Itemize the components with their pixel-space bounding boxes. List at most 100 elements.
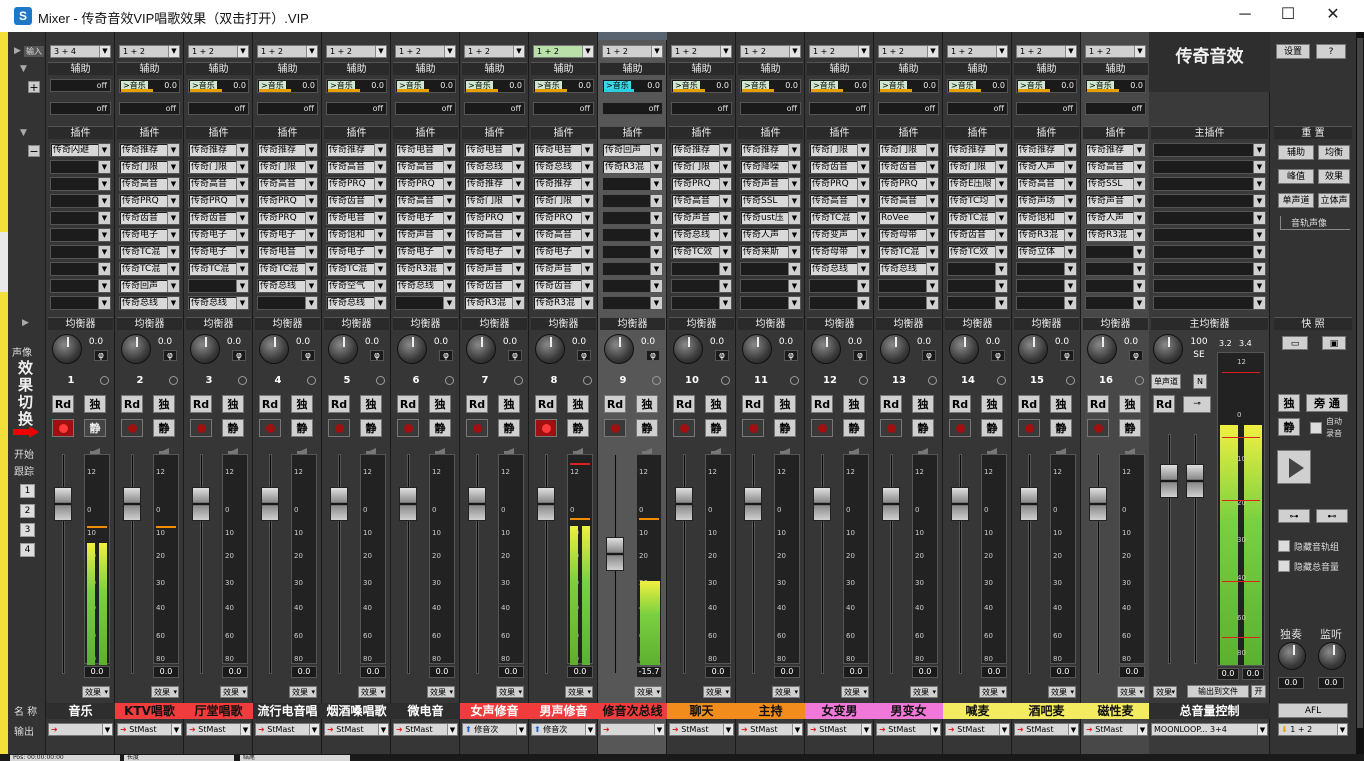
plugin-slot[interactable]: ▼ [602,296,663,310]
open-button[interactable]: 开 [1251,685,1266,698]
channel-name[interactable]: 喊麦 [943,703,1012,719]
aux-send-slot[interactable]: >音乐 0.0 [464,79,525,93]
plugin-slot[interactable]: 传奇电子 ▼ [188,245,249,259]
plugin-slot[interactable]: 传奇声音 ▼ [533,262,594,276]
mute-button[interactable]: 静 [84,419,106,437]
mute-button[interactable]: 静 [153,419,175,437]
solo-button[interactable]: 独 [981,395,1003,413]
plugin-slot[interactable]: 传奇推荐 ▼ [1085,143,1146,157]
global-mute-button[interactable]: 静 [1278,418,1300,436]
input-select[interactable]: 1 + 2 ▼ [1016,45,1077,58]
input-select[interactable]: 1 + 2 ▼ [671,45,732,58]
aux-send-slot[interactable]: >音乐 0.0 [395,79,456,93]
reset-fx-button[interactable]: 效果 [1318,169,1350,184]
solo-button[interactable]: 独 [1050,395,1072,413]
plugin-slot[interactable]: ▼ [602,245,663,259]
reset-mono-button[interactable]: 单声道 [1278,193,1314,208]
output-select[interactable]: ➜ StMast ▼ [738,723,803,736]
plugin-slot[interactable]: 传奇齿音 ▼ [533,279,594,293]
plugin-slot[interactable]: 传奇电音 ▼ [326,211,387,225]
plugin-slot[interactable]: 传奇总线 ▼ [533,160,594,174]
plugin-slot[interactable]: 传奇声音 ▼ [395,228,456,242]
aux-send-slot-2[interactable]: off [947,102,1008,115]
rd-button[interactable]: Rd [328,395,350,413]
volume-fader[interactable] [192,487,210,521]
plugin-slot[interactable]: 传奇TC效 ▼ [671,245,732,259]
volume-fader[interactable] [675,487,693,521]
pan-knob[interactable] [397,334,427,364]
plugin-slot[interactable]: 传奇高音 ▼ [257,177,318,191]
folder-icon[interactable]: ▭ [1282,336,1308,350]
record-button[interactable] [397,419,419,437]
plugin-slot[interactable]: 传奇高音 ▼ [119,177,180,191]
output-select[interactable]: ➜ StMast ▼ [807,723,872,736]
pan-knob[interactable] [949,334,979,364]
aux-send-slot-2[interactable]: off [533,102,594,115]
plugin-slot[interactable]: ▼ [671,262,732,276]
aux-send-slot-2[interactable]: off [326,102,387,115]
plugin-slot[interactable]: 传奇闪避 ▼ [50,143,111,157]
plugin-slot[interactable]: ▼ [878,279,939,293]
volume-fader[interactable] [330,487,348,521]
plugin-slot[interactable]: 传奇总线 ▼ [257,279,318,293]
plugin-slot[interactable]: 传奇推荐 ▼ [671,143,732,157]
mute-button[interactable]: 静 [774,419,796,437]
plugin-slot[interactable]: 传奇推荐 ▼ [188,143,249,157]
mute-button[interactable]: 静 [1050,419,1072,437]
mute-button[interactable]: 静 [843,419,865,437]
plugin-slot[interactable]: ▼ [50,262,111,276]
plugin-slot[interactable]: 传奇PRQ ▼ [257,194,318,208]
pan-knob[interactable] [1087,334,1117,364]
plugin-slot[interactable]: 传奇人声 ▼ [740,228,801,242]
plugin-slot[interactable]: ▼ [740,262,801,276]
record-button[interactable] [1087,419,1109,437]
volume-fader[interactable] [813,487,831,521]
output-select[interactable]: ➜ StMast ▼ [117,723,182,736]
rd-button[interactable]: Rd [121,395,143,413]
aux-send-slot[interactable]: >音乐 0.0 [740,79,801,93]
output-select[interactable]: ➜ StMast ▼ [186,723,251,736]
bypass-button[interactable]: 旁 通 [1306,394,1348,412]
plugin-slot[interactable]: 传奇母带 ▼ [878,228,939,242]
channel-name[interactable]: KTV唱歌 [115,703,184,719]
channel-name[interactable]: 聊天 [667,703,736,719]
mute-button[interactable]: 静 [429,419,451,437]
plugin-slot[interactable]: 传奇回声 ▼ [602,143,663,157]
output-select[interactable]: ➜ StMast ▼ [1083,723,1148,736]
maximize-button[interactable]: ☐ [1265,0,1311,32]
volume-fader[interactable] [1089,487,1107,521]
aux-send-slot-2[interactable]: off [395,102,456,115]
plugin-slot[interactable]: 传奇电音 ▼ [533,143,594,157]
rd-button[interactable]: Rd [673,395,695,413]
plugin-slot[interactable]: 传奇TC混 ▼ [326,262,387,276]
plugin-slot[interactable]: 传奇声场 ▼ [1016,194,1077,208]
master-plugin-slot[interactable]: ▼ [1153,228,1266,242]
record-arm-icon[interactable] [997,376,1006,385]
aux-send-slot[interactable]: >音乐 0.0 [947,79,1008,93]
aux-send-slot[interactable]: off [50,79,111,92]
plugin-slot[interactable]: 传奇PRQ ▼ [326,177,387,191]
aux-send-slot[interactable]: >音乐 0.0 [533,79,594,93]
plugin-slot[interactable]: 传奇声音 ▼ [1085,194,1146,208]
master-plugin-slot[interactable]: ▼ [1153,245,1266,259]
volume-fader[interactable] [468,487,486,521]
plugin-slot[interactable]: ▼ [188,279,249,293]
mute-button[interactable]: 静 [912,419,934,437]
plugin-slot[interactable]: 传奇总线 ▼ [395,279,456,293]
record-arm-icon[interactable] [652,376,661,385]
settings-button[interactable]: 设置 [1276,44,1310,59]
plugin-slot[interactable]: 传奇总线 ▼ [464,160,525,174]
solo-button[interactable]: 独 [498,395,520,413]
plugin-slot[interactable]: 传奇电子 ▼ [119,228,180,242]
volume-fader[interactable] [1020,487,1038,521]
plugin-slot[interactable]: 传奇声音 ▼ [464,262,525,276]
mute-button[interactable]: 静 [360,419,382,437]
plugin-slot[interactable]: 传奇立体 ▼ [1016,245,1077,259]
rd-button[interactable]: Rd [52,395,74,413]
output-select[interactable]: ➜ StMast ▼ [1014,723,1079,736]
aux-send-slot-2[interactable]: off [671,102,732,115]
fx-button[interactable]: 效果 [841,686,869,698]
input-select[interactable]: 1 + 2 ▼ [464,45,525,58]
plugin-slot[interactable]: 传奇TC混 ▼ [878,245,939,259]
plugin-slot[interactable]: 传奇饱和 ▼ [1016,211,1077,225]
